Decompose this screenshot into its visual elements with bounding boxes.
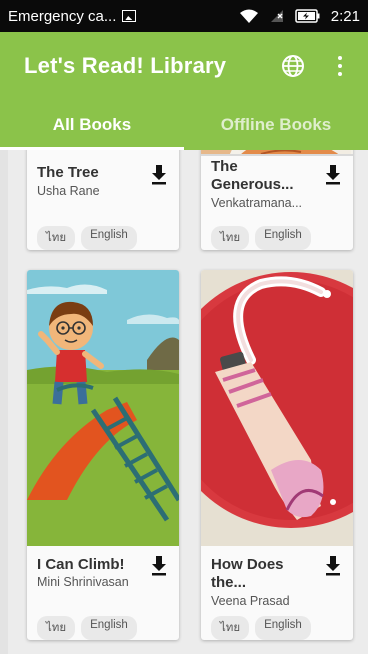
book-title: How Does the... — [211, 556, 284, 591]
language-chip[interactable]: English — [255, 616, 311, 640]
book-title: I Can Climb! — [37, 556, 125, 573]
book-author: Veena Prasad — [211, 594, 290, 608]
book-cover — [201, 270, 353, 546]
language-chip[interactable]: English — [81, 616, 137, 640]
notification-text: Emergency ca... — [8, 7, 117, 25]
book-card[interactable]: How Does the... Veena Prasad ไทย English — [201, 270, 353, 640]
book-cover — [27, 270, 179, 546]
book-author: Mini Shrinivasan — [37, 575, 129, 589]
language-globe-icon[interactable] — [280, 53, 306, 79]
language-chip[interactable]: ไทย — [211, 226, 250, 250]
image-notification-icon — [122, 10, 137, 22]
language-chips: ไทย English — [211, 616, 311, 640]
app-bar: Let's Read! Library All Books Offline Bo… — [0, 32, 368, 150]
book-title: The Tree — [37, 164, 99, 181]
book-grid[interactable]: The Tree Usha Rane ไทย English The Gener… — [0, 150, 368, 654]
tab-offline-books[interactable]: Offline Books — [184, 100, 368, 150]
wifi-icon — [239, 9, 258, 23]
download-icon[interactable] — [151, 556, 167, 576]
download-icon[interactable] — [151, 165, 167, 185]
language-chip[interactable]: English — [81, 226, 137, 250]
no-signal-icon — [270, 10, 283, 22]
status-bar: Emergency ca... 2:21 — [0, 0, 368, 32]
battery-charging-icon — [295, 9, 320, 23]
book-card[interactable]: The Tree Usha Rane ไทย English — [27, 150, 179, 250]
overflow-menu-icon[interactable] — [328, 54, 352, 78]
scroll-edge — [0, 150, 8, 654]
language-chips: ไทย English — [211, 226, 311, 250]
download-icon[interactable] — [325, 165, 341, 185]
language-chip[interactable]: ไทย — [37, 226, 76, 250]
book-cover — [201, 150, 353, 156]
book-card[interactable]: The Generous... Venkatramana... ไทย Engl… — [201, 150, 353, 250]
tab-all-books[interactable]: All Books — [0, 100, 184, 150]
language-chip[interactable]: ไทย — [211, 616, 250, 640]
book-card[interactable]: I Can Climb! Mini Shrinivasan ไทย Englis… — [27, 270, 179, 640]
book-author: Venkatramana... — [211, 196, 303, 210]
language-chip[interactable]: English — [255, 226, 311, 250]
language-chips: ไทย English — [37, 616, 137, 640]
book-title: The Generous... — [211, 158, 294, 193]
download-icon[interactable] — [325, 556, 341, 576]
language-chip[interactable]: ไทย — [37, 616, 76, 640]
book-author: Usha Rane — [37, 184, 100, 198]
clock: 2:21 — [330, 7, 360, 25]
language-chips: ไทย English — [37, 226, 137, 250]
app-title: Let's Read! Library — [24, 53, 227, 78]
